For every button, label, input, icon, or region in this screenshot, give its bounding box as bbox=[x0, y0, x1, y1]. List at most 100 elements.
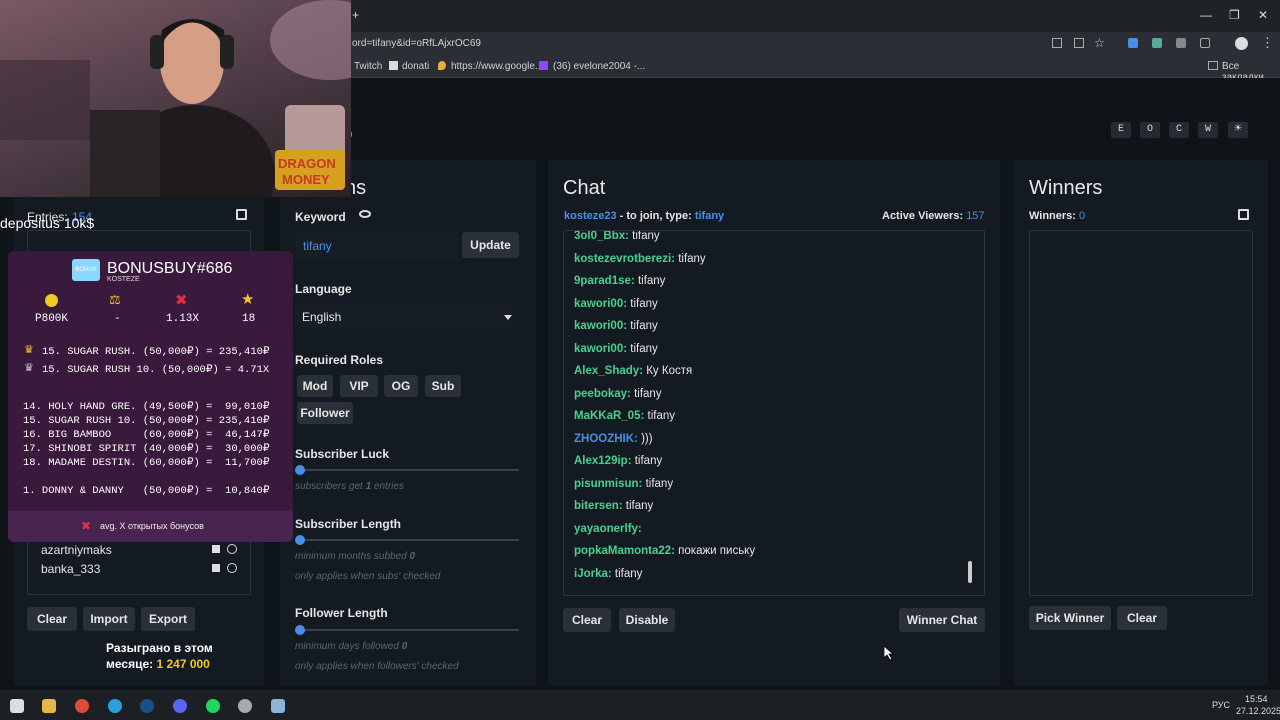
update-button[interactable]: Update bbox=[462, 232, 519, 258]
ban-icon[interactable] bbox=[227, 563, 237, 573]
subscriber-length-slider[interactable] bbox=[298, 539, 519, 541]
chat-username[interactable]: popkaMamonta22: bbox=[574, 545, 675, 557]
input-language[interactable]: РУС bbox=[1212, 700, 1230, 710]
chat-username[interactable]: 9parad1se: bbox=[574, 275, 635, 287]
twitch-icon bbox=[539, 61, 548, 70]
url-text[interactable]: ord=tifany&id=oRfLAjxrOC69 bbox=[352, 38, 481, 49]
close-window-button[interactable]: ✕ bbox=[1258, 8, 1268, 22]
windows-start-icon[interactable] bbox=[10, 699, 24, 713]
new-tab-button[interactable]: + bbox=[352, 8, 359, 22]
theme-button-c[interactable]: C bbox=[1169, 122, 1189, 138]
winners-clear-button[interactable]: Clear bbox=[1117, 606, 1167, 630]
remove-entry-icon[interactable] bbox=[212, 564, 220, 572]
file-explorer-icon[interactable] bbox=[42, 699, 56, 713]
entries-clear-button[interactable]: Clear bbox=[27, 607, 77, 631]
winners-list[interactable] bbox=[1029, 230, 1253, 596]
bonus-list-line: 1. DONNY & DANNY (50,000₽) = 10,840₽ bbox=[23, 485, 270, 497]
follower-length-slider[interactable] bbox=[298, 629, 519, 631]
entries-export-button[interactable]: Export bbox=[141, 607, 195, 631]
entry-username: azartniymaks bbox=[41, 543, 112, 557]
pick-winner-button[interactable]: Pick Winner bbox=[1029, 606, 1111, 630]
camera-off-icon[interactable] bbox=[1052, 38, 1062, 48]
chat-username[interactable]: pisunmisun: bbox=[574, 478, 642, 490]
chat-username[interactable]: kawori00: bbox=[574, 343, 627, 355]
clock-time[interactable]: 15:54 bbox=[1245, 694, 1268, 704]
bonus-footer-text: avg. X открытых бонусов bbox=[100, 521, 204, 531]
role-sub-toggle[interactable]: Sub bbox=[425, 375, 461, 397]
chat-username[interactable]: peebokay: bbox=[574, 388, 631, 400]
menu-dots-icon[interactable]: ⋮ bbox=[1261, 35, 1274, 51]
winners-heading: Winners bbox=[1029, 177, 1103, 199]
minimize-button[interactable]: — bbox=[1200, 8, 1212, 22]
profile-avatar[interactable] bbox=[1235, 37, 1248, 50]
theme-button-e[interactable]: E bbox=[1111, 122, 1131, 138]
translate-icon[interactable] bbox=[1074, 38, 1084, 48]
role-og-toggle[interactable]: OG bbox=[384, 375, 418, 397]
app-icon[interactable] bbox=[271, 699, 285, 713]
sun-icon[interactable]: ☀ bbox=[1228, 122, 1248, 138]
keyword-value[interactable]: tifany bbox=[303, 239, 332, 253]
chat-disable-button[interactable]: Disable bbox=[619, 608, 675, 632]
subscriber-luck-slider[interactable] bbox=[298, 469, 519, 471]
ban-icon[interactable] bbox=[227, 544, 237, 554]
theme-button-w[interactable]: W bbox=[1198, 122, 1218, 138]
steam-icon[interactable] bbox=[140, 699, 154, 713]
remove-entry-icon[interactable] bbox=[212, 545, 220, 553]
slider-handle[interactable] bbox=[295, 465, 305, 475]
follower-length-label: Follower Length bbox=[295, 606, 388, 620]
bonus-list-line: 17. SHINOBI SPIRIT (40,000₽) = 30,000₽ bbox=[23, 443, 270, 455]
chat-text: tifany bbox=[645, 477, 674, 490]
copy-icon[interactable] bbox=[236, 209, 247, 220]
bookmark-item[interactable]: Twitch bbox=[354, 61, 382, 72]
chat-username[interactable]: kostezevrotberezi: bbox=[574, 253, 675, 265]
subscriber-luck-label: Subscriber Luck bbox=[295, 447, 390, 461]
entry-username: banka_333 bbox=[41, 562, 101, 576]
chat-username[interactable]: 3ol0_Bbx: bbox=[574, 231, 629, 242]
winner-chat-button[interactable]: Winner Chat bbox=[899, 608, 985, 632]
chat-scrollbar[interactable] bbox=[968, 561, 972, 583]
extension-icon[interactable] bbox=[1152, 38, 1162, 48]
chat-username[interactable]: Alex_Shady: bbox=[574, 365, 643, 377]
copy-icon[interactable] bbox=[1238, 209, 1249, 220]
coin-icon bbox=[45, 294, 58, 307]
discord-icon[interactable] bbox=[173, 699, 187, 713]
bookmark-item[interactable]: donati bbox=[402, 61, 429, 72]
maps-pin-icon bbox=[438, 61, 446, 70]
chat-username[interactable]: bitersen: bbox=[574, 500, 623, 512]
chat-username[interactable]: ZHOOZHIK: bbox=[574, 433, 638, 445]
extension-icon[interactable] bbox=[1176, 38, 1186, 48]
puzzle-icon[interactable] bbox=[1200, 38, 1210, 48]
system-tray[interactable] bbox=[1022, 701, 1182, 711]
chat-username[interactable]: MaKKaR_05: bbox=[574, 410, 644, 422]
chat-username[interactable]: Alex129ip: bbox=[574, 455, 632, 467]
chrome-icon[interactable] bbox=[75, 699, 89, 713]
language-value[interactable]: English bbox=[302, 310, 341, 324]
bonus-list-line: 15. SUGAR RUSH 10. (50,000₽) = 235,410₽ bbox=[23, 415, 270, 427]
bookmark-item[interactable]: https://www.google... bbox=[451, 61, 543, 72]
clock-date[interactable]: 27.12.2025 bbox=[1236, 706, 1280, 716]
extension-icon[interactable] bbox=[1128, 38, 1138, 48]
restore-button[interactable]: ❐ bbox=[1229, 8, 1240, 22]
bookmark-item[interactable]: (36) evelone2004 -... bbox=[553, 61, 645, 72]
telegram-icon[interactable] bbox=[108, 699, 122, 713]
role-follower-toggle[interactable]: Follower bbox=[297, 402, 353, 424]
webcam-overlay: DRAGON MONEY bbox=[0, 0, 351, 197]
obs-icon[interactable] bbox=[238, 699, 252, 713]
chat-username[interactable]: iJorka: bbox=[574, 568, 612, 580]
chat-username[interactable]: kawori00: bbox=[574, 298, 627, 310]
slider-handle[interactable] bbox=[295, 535, 305, 545]
spotify-icon[interactable] bbox=[206, 699, 220, 713]
bookmark-star-icon[interactable]: ☆ bbox=[1094, 36, 1105, 50]
eye-icon[interactable] bbox=[359, 210, 371, 218]
chat-clear-button[interactable]: Clear bbox=[563, 608, 611, 632]
chevron-down-icon[interactable] bbox=[504, 315, 512, 320]
chat-username[interactable]: yayaonerlfy: bbox=[574, 523, 642, 535]
chat-text: tifany bbox=[634, 455, 663, 467]
entries-import-button[interactable]: Import bbox=[83, 607, 135, 631]
theme-button-o[interactable]: O bbox=[1140, 122, 1160, 138]
chat-log[interactable]: 3ol0_Bbx: tifany kostezevrotberezi: tifan… bbox=[563, 230, 985, 596]
slider-handle[interactable] bbox=[295, 625, 305, 635]
role-vip-toggle[interactable]: VIP bbox=[340, 375, 378, 397]
chat-username[interactable]: kawori00: bbox=[574, 320, 627, 332]
role-mod-toggle[interactable]: Mod bbox=[297, 375, 333, 397]
